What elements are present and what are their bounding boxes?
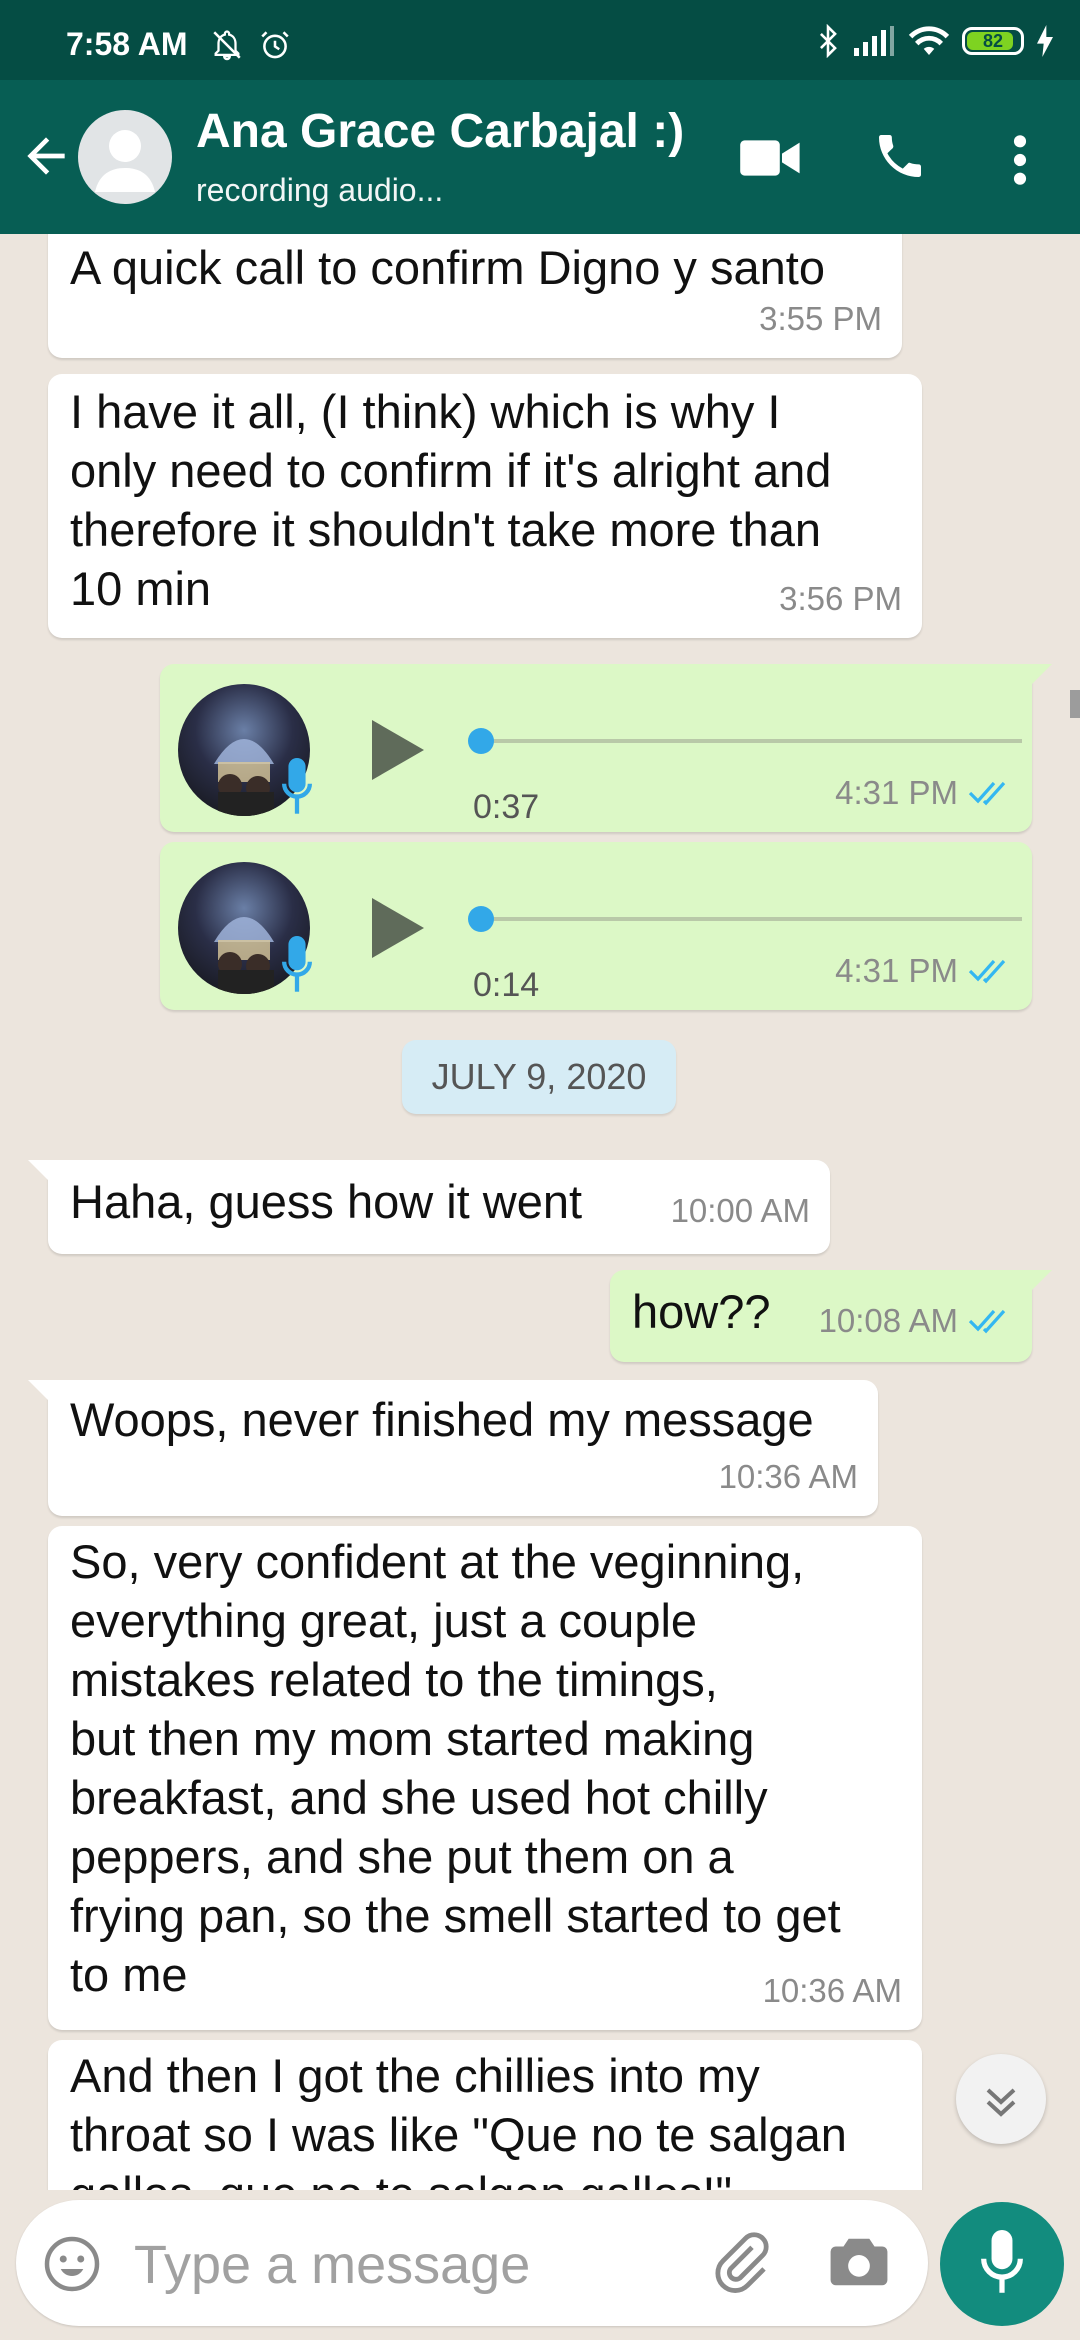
status-bar: 7:58 AM 82 <box>0 0 1080 80</box>
message-incoming[interactable]: Woops, never finished my message 10:36 A… <box>28 1380 878 1516</box>
message-incoming[interactable]: Haha, guess how it went 10:00 AM <box>28 1160 830 1254</box>
chat-area[interactable]: A quick call to confirm Digno y santo 3:… <box>0 234 1080 2190</box>
message-incoming[interactable]: A quick call to confirm Digno y santo 3:… <box>48 234 902 358</box>
camera-icon[interactable] <box>828 2232 890 2292</box>
audio-seek-knob[interactable] <box>468 728 494 754</box>
message-outgoing[interactable]: how?? 10:08 AM <box>610 1270 1052 1362</box>
double-chevron-down-icon <box>986 2088 1016 2117</box>
message-time: 10:36 AM <box>718 1458 858 1495</box>
scroll-indicator[interactable] <box>1070 690 1080 718</box>
audio-duration: 0:37 <box>473 788 540 826</box>
voice-message[interactable]: 0:14 4:31 PM <box>160 842 1032 1010</box>
audio-seek-knob[interactable] <box>468 906 494 932</box>
message-text: And then I got the chillies into my thro… <box>70 2049 847 2190</box>
emoji-icon[interactable] <box>42 2234 102 2294</box>
more-options-icon[interactable] <box>1000 132 1040 188</box>
message-time: 3:55 PM <box>759 300 882 337</box>
bubble-tail <box>28 1160 50 1182</box>
audio-progress-track[interactable] <box>478 739 1022 743</box>
alarm-icon <box>261 31 289 59</box>
contact-avatar[interactable] <box>78 110 172 204</box>
bubble-tail <box>28 1380 50 1402</box>
contact-name[interactable]: Ana Grace Carbajal :) <box>196 104 684 159</box>
battery-icon: 82 <box>962 27 1024 55</box>
message-incoming[interactable]: And then I got the chillies into my thro… <box>48 2040 922 2190</box>
play-icon[interactable] <box>368 894 428 962</box>
signal-icon <box>854 26 894 56</box>
message-text: Woops, never finished my message <box>70 1393 814 1446</box>
message-time: 10:08 AM <box>818 1302 958 1339</box>
message-time: 4:31 PM <box>835 774 958 811</box>
audio-duration: 0:14 <box>473 966 540 1004</box>
double-check-icon <box>968 1309 1006 1333</box>
record-voice-button[interactable] <box>940 2202 1064 2326</box>
voice-call-icon[interactable] <box>872 128 928 184</box>
bubble-tail <box>1030 664 1052 686</box>
charging-icon <box>1037 25 1053 57</box>
microphone-icon <box>282 758 312 814</box>
message-time: 10:00 AM <box>670 1192 810 1229</box>
microphone-icon <box>282 936 312 992</box>
default-avatar-icon <box>95 130 155 192</box>
message-text: I have it all, (I think) which is why I … <box>70 385 832 615</box>
double-check-icon <box>968 959 1006 983</box>
bell-off-icon <box>213 30 241 61</box>
message-incoming[interactable]: So, very confident at the veginning, eve… <box>48 1526 922 2030</box>
status-time: 7:58 AM <box>66 26 188 62</box>
message-text: So, very confident at the veginning, eve… <box>70 1535 841 2001</box>
wifi-icon <box>908 26 950 55</box>
play-icon[interactable] <box>368 716 428 784</box>
contact-status: recording audio... <box>196 172 444 208</box>
message-time: 10:36 AM <box>762 1972 902 2009</box>
message-incoming[interactable]: I have it all, (I think) which is why I … <box>48 374 922 638</box>
message-time: 4:31 PM <box>835 952 958 989</box>
microphone-icon <box>981 2230 1023 2293</box>
bubble-tail <box>1030 1270 1052 1292</box>
message-time: 3:56 PM <box>779 580 902 617</box>
voice-message[interactable]: 0:37 4:31 PM <box>160 664 1052 832</box>
attachment-icon[interactable] <box>708 2230 772 2294</box>
back-arrow-icon[interactable] <box>18 128 74 184</box>
message-input[interactable]: Type a message <box>134 2234 530 2296</box>
audio-progress-track[interactable] <box>478 917 1022 921</box>
message-composer[interactable]: Type a message <box>16 2200 928 2326</box>
scroll-to-bottom-button[interactable] <box>956 2054 1046 2144</box>
double-check-icon <box>968 781 1006 805</box>
date-separator: JULY 9, 2020 <box>402 1040 676 1114</box>
bluetooth-icon <box>820 24 837 58</box>
video-call-icon[interactable] <box>740 136 802 180</box>
chat-header: Ana Grace Carbajal :) recording audio... <box>0 80 1080 234</box>
